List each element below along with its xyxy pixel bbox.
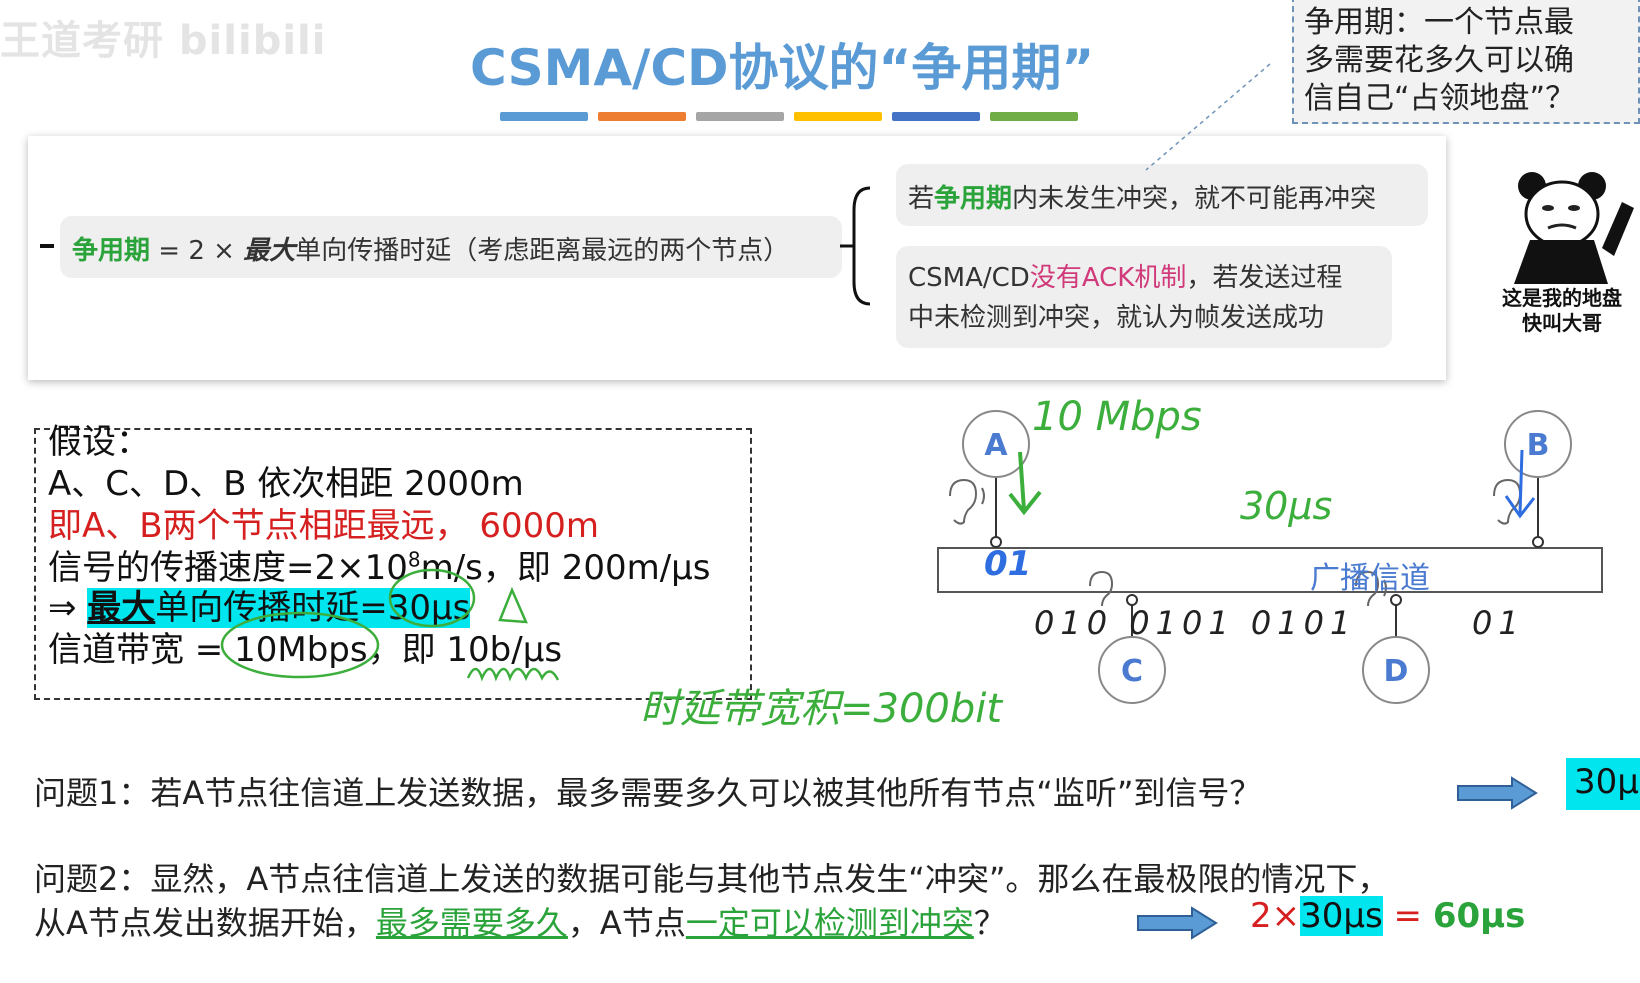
- a2-pre: 2×: [1250, 896, 1301, 936]
- handwritten-rate: 10 Mbps: [1032, 394, 1202, 440]
- a2-highlight: 30μs: [1300, 896, 1383, 936]
- question-1: 问题1：若A节点往信道上发送数据，最多需要多久可以被其他所有节点“监听”到信号？: [34, 774, 1262, 812]
- callout-line: 争用期：一个节点最: [1304, 5, 1574, 40]
- bold-max: 最大: [243, 236, 296, 266]
- answer-2: 2×30μs = 60μs: [1250, 896, 1525, 936]
- callout-leader: [1145, 63, 1271, 171]
- slide-title: CSMA/CD协议的“争用期”: [470, 39, 1095, 97]
- branch2-pre: CSMA/CD: [908, 263, 1030, 293]
- a2-eq: =: [1382, 896, 1433, 936]
- handwritten-delay: 30μs: [1240, 484, 1333, 528]
- branch2-line2: 中未检测到冲突，就认为帧发送成功: [908, 303, 1325, 333]
- title-color-bars: [500, 112, 1078, 121]
- watermark: 王道考研 bilibili: [0, 18, 327, 64]
- term-contention-period: 争用期: [72, 236, 151, 266]
- branch1-post: 内未发生冲突，就不可能再冲突: [1012, 184, 1377, 214]
- q2-pre: 从A节点发出数据开始，: [34, 904, 376, 942]
- q2-mid: ，A节点: [567, 904, 686, 942]
- ear-icon: [949, 478, 985, 525]
- main-rest: 单向传播时延（考虑距离最远的两个节点）: [295, 236, 790, 266]
- branch1-pre: 若: [908, 184, 935, 214]
- callout-question: 争用期：一个节点最 多需要花多久可以确 信自己“占领地盘”？: [1292, 0, 1640, 124]
- color-bar: [892, 112, 980, 121]
- node-b-label: B: [1526, 428, 1550, 463]
- panda-meme: 这是我的地盘 快叫大哥: [1484, 166, 1640, 346]
- color-bar: [500, 112, 588, 121]
- handwritten-bits-a: 01: [984, 544, 1032, 584]
- q2-underline-1: 最多需要多久: [375, 904, 568, 942]
- handwritten-bit-tail: 01: [1472, 604, 1525, 642]
- callout-line: 信自己“占领地盘”？: [1304, 81, 1576, 116]
- handwritten-circles: [220, 568, 560, 682]
- q2-underline-2: 一定可以检测到冲突: [685, 904, 974, 942]
- mindmap-branch-2: CSMA/CD没有ACK机制，若发送过程 中未检测到冲突，就认为帧发送成功: [896, 246, 1392, 348]
- color-bar: [696, 112, 784, 121]
- channel-label: 广播信道: [1310, 561, 1430, 596]
- answer-1: 30μs: [1566, 758, 1640, 810]
- arrow-right-icon: [1457, 776, 1538, 810]
- node-a-label: A: [984, 428, 1008, 463]
- meme-line-1: 这是我的地盘: [1502, 286, 1622, 310]
- mindmap-main-node: 争用期 = 2 × 最大单向传播时延（考虑距离最远的两个节点）: [60, 216, 842, 278]
- node-d-label: D: [1383, 654, 1409, 689]
- mindmap-dash: [40, 244, 54, 248]
- a2-result: 60μs: [1432, 896, 1526, 936]
- branch2-post1: ，若发送过程: [1186, 263, 1343, 293]
- eq-text: = 2 ×: [150, 236, 244, 266]
- color-bar: [794, 112, 882, 121]
- color-bar: [598, 112, 686, 121]
- meme-line-2: 快叫大哥: [1522, 311, 1602, 335]
- callout-line: 多需要花多久可以确: [1304, 43, 1574, 78]
- branch2-highlight: 没有ACK机制: [1029, 263, 1187, 293]
- question-2-line-1: 问题2：显然，A节点往信道上发送的数据可能与其他节点发生“冲突”。那么在最极限的…: [34, 860, 1390, 898]
- q2-end: ？: [973, 904, 1006, 942]
- arrow-right-icon: [1137, 906, 1218, 940]
- mindmap-brace: [840, 186, 871, 306]
- color-bar: [990, 112, 1078, 121]
- ear-icon: [1493, 478, 1522, 525]
- panda-meme-icon: [1514, 172, 1634, 284]
- branch1-term: 争用期: [934, 184, 1013, 214]
- handwritten-bit-stream: 010 0101 0101: [1034, 604, 1357, 642]
- node-c-label: C: [1120, 654, 1144, 689]
- question-2-line-2: 从A节点发出数据开始，最多需要多久，A节点一定可以检测到冲突？: [34, 898, 1006, 944]
